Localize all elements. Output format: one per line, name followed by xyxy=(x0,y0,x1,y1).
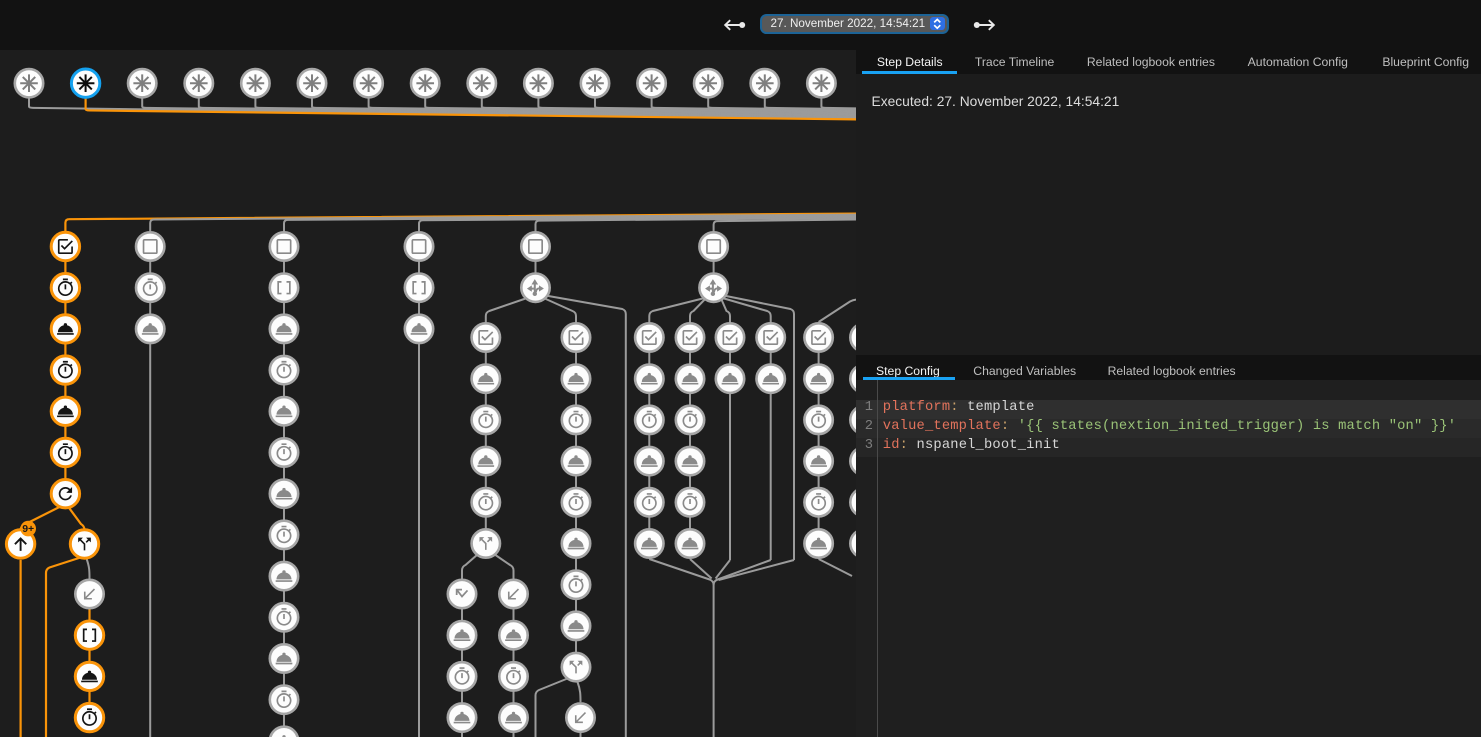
svg-text:9+: 9+ xyxy=(22,523,34,535)
